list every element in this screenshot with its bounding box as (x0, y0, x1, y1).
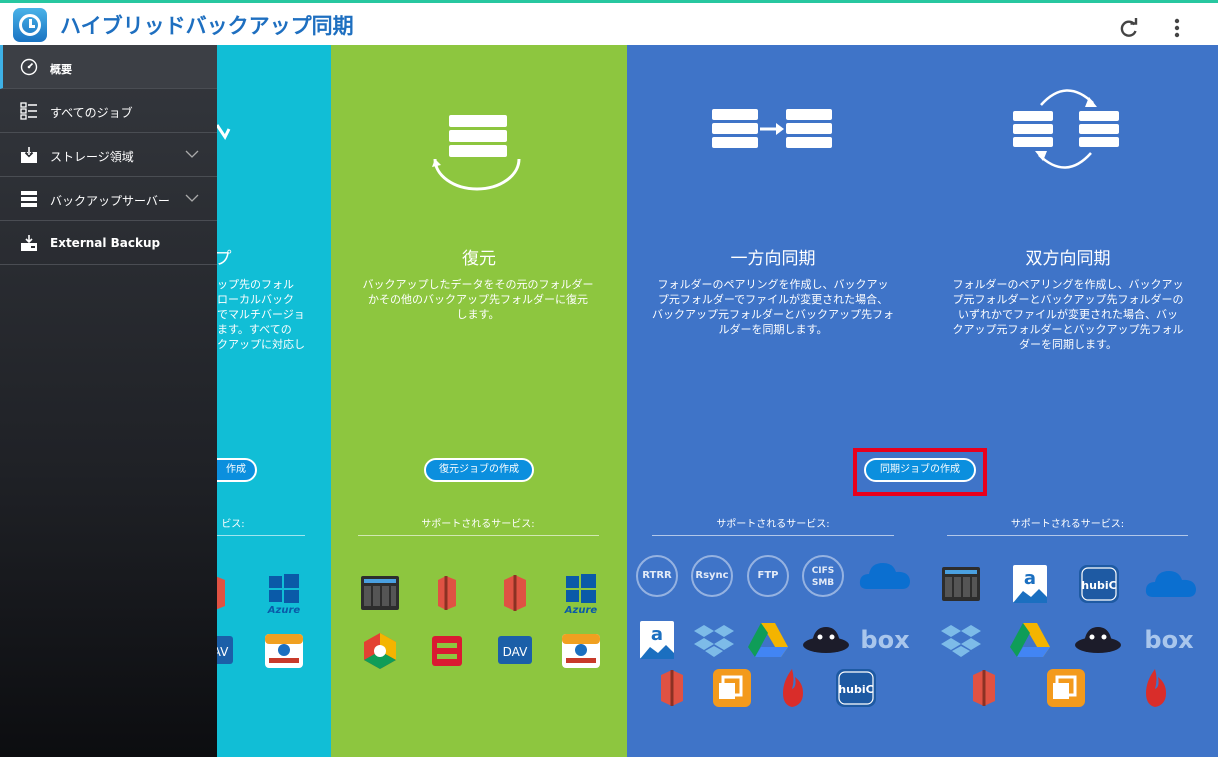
refresh-icon[interactable] (1118, 17, 1140, 39)
alien-cloud-icon (803, 627, 849, 653)
google-cloud-icon (364, 633, 396, 669)
backblaze-icon (783, 669, 803, 707)
two-way-sync-title: 双方向同期 (1025, 249, 1111, 269)
amazon-s3-icon (438, 576, 456, 610)
sidebar-item-external-backup[interactable]: External Backup (0, 221, 217, 265)
hubic-icon: hubiC (836, 669, 876, 707)
svg-text:a: a (651, 624, 663, 645)
sidebar-item-label: 概要 (50, 63, 72, 76)
job-list-icon (20, 102, 37, 120)
onedrive-icon (1145, 571, 1196, 597)
two-way-sync-icon (1013, 89, 1119, 169)
divider (652, 535, 894, 536)
backup-panel: プ ップ先のフォル ローカルバック でマルチバージョ ます。すべての クアップに… (217, 45, 331, 757)
server-icon (21, 191, 37, 207)
restore-description: バックアップしたデータをその元のフォルダー かその他のバックアップ先フォルダーに… (362, 278, 594, 321)
cifs-smb-icon: CIFS SMB (802, 555, 844, 597)
google-drive-icon (1010, 623, 1050, 657)
backblaze-icon (1146, 669, 1166, 707)
restore-panel: 復元 バックアップしたデータをその元のフォルダー かその他のバックアップ先フォル… (331, 45, 627, 757)
sidebar-item-label: ストレージ領域 (50, 150, 134, 164)
create-backup-job-button[interactable]: 作成 (217, 458, 257, 482)
qnap-nas-icon (361, 576, 399, 610)
sidebar-item-overview[interactable]: 概要 (0, 45, 217, 89)
rtrr-icon: RTRR (636, 555, 678, 597)
box-icon: box (1144, 626, 1194, 654)
box-icon: box (860, 626, 910, 654)
svg-text:Azure: Azure (564, 605, 598, 614)
supported-services-label: サポートされるサービス: (1010, 519, 1125, 530)
infinite-backup-icon (562, 634, 600, 668)
svg-text:DAV: DAV (217, 645, 229, 659)
rsync-icon: Rsync (691, 555, 733, 597)
chevron-down-icon[interactable] (185, 191, 199, 205)
dropbox-icon (941, 625, 981, 657)
divider (358, 535, 599, 536)
restore-title: 復元 (462, 249, 496, 269)
ftp-icon: FTP (747, 555, 789, 597)
webdav-icon: DAV (498, 636, 532, 664)
amazon-s3-icon (973, 670, 995, 706)
amazon-drive-icon: a (640, 621, 674, 659)
external-backup-icon (21, 235, 37, 251)
sync-panel: 一方向同期 フォルダーのペアリングを作成し、バックアッ プ元フォルダーでファイル… (627, 45, 1218, 757)
highlight-annotation (853, 448, 987, 496)
app-window: ハイブリッドバックアップ同期 概要 すべてのジョブ ストレージ領域 バックアップ… (0, 0, 1218, 757)
orange-backup-icon (713, 669, 751, 707)
supported-services-label: サポートされるサービス: (421, 519, 535, 530)
sidebar-item-label: すべてのジョブ (50, 106, 133, 120)
svg-text:a: a (1024, 568, 1036, 589)
dropbox-icon (694, 625, 734, 657)
storage-icon (21, 147, 37, 163)
svg-text:box: box (860, 626, 910, 654)
supported-services-label: サポートされるサービス: (716, 519, 830, 530)
svg-text:hubiC: hubiC (1081, 579, 1116, 592)
backup-arrow-icon (217, 124, 231, 140)
amazon-s3-icon (217, 576, 225, 610)
backup-title: プ (217, 249, 232, 269)
one-way-sync-title: 一方向同期 (730, 249, 816, 269)
svg-text:DAV: DAV (503, 645, 528, 659)
sidebar-item-backup-server[interactable]: バックアップサーバー (0, 177, 217, 221)
divider (947, 535, 1188, 536)
more-vertical-icon[interactable] (1166, 17, 1188, 39)
svg-text:box: box (1144, 626, 1194, 654)
supported-services-label: ビス: (221, 519, 245, 530)
sidebar-item-all-jobs[interactable]: すべてのジョブ (0, 89, 217, 133)
sidebar-item-label: バックアップサーバー (50, 194, 170, 208)
svg-text:Azure: Azure (267, 605, 301, 614)
chevron-down-icon[interactable] (185, 147, 199, 161)
backup-description: ップ先のフォル ローカルバック でマルチバージョ ます。すべての クアップに対応… (217, 278, 305, 351)
svg-text:hubiC: hubiC (838, 683, 873, 696)
app-title: ハイブリッドバックアップ同期 (60, 14, 354, 38)
sidebar: 概要 すべてのジョブ ストレージ領域 バックアップサーバー External B… (0, 45, 217, 757)
infinite-backup-icon (265, 634, 303, 668)
amazon-drive-icon: a (1013, 565, 1047, 603)
azure-icon: Azure (564, 574, 598, 614)
alien-cloud-icon (1075, 627, 1121, 653)
openstack-icon (432, 636, 462, 666)
one-way-sync-icon (712, 109, 832, 148)
sidebar-item-label: External Backup (50, 236, 161, 250)
header-bar: ハイブリッドバックアップ同期 (0, 3, 1218, 45)
two-way-sync-description: フォルダーのペアリングを作成し、バックアッ プ元フォルダーとバックアップ先フォル… (952, 278, 1184, 351)
create-restore-job-button[interactable]: 復元ジョブの作成 (424, 458, 534, 482)
amazon-s3-icon (661, 670, 683, 706)
dashboard-icon (20, 58, 38, 76)
google-drive-icon (748, 623, 788, 657)
webdav-icon: DAV (217, 636, 233, 664)
amazon-s3-icon (504, 575, 526, 611)
onedrive-icon (859, 563, 910, 589)
one-way-sync-description: フォルダーのペアリングを作成し、バックアッ プ元フォルダーでファイルが変更された… (652, 278, 894, 336)
divider (217, 535, 305, 536)
restore-server-icon (432, 115, 521, 191)
azure-icon: Azure (267, 574, 301, 614)
qnap-nas-icon (942, 567, 980, 601)
sidebar-item-storage[interactable]: ストレージ領域 (0, 133, 217, 177)
app-logo-icon (13, 8, 47, 42)
orange-backup-icon (1047, 669, 1085, 707)
hubic-icon: hubiC (1079, 565, 1119, 603)
